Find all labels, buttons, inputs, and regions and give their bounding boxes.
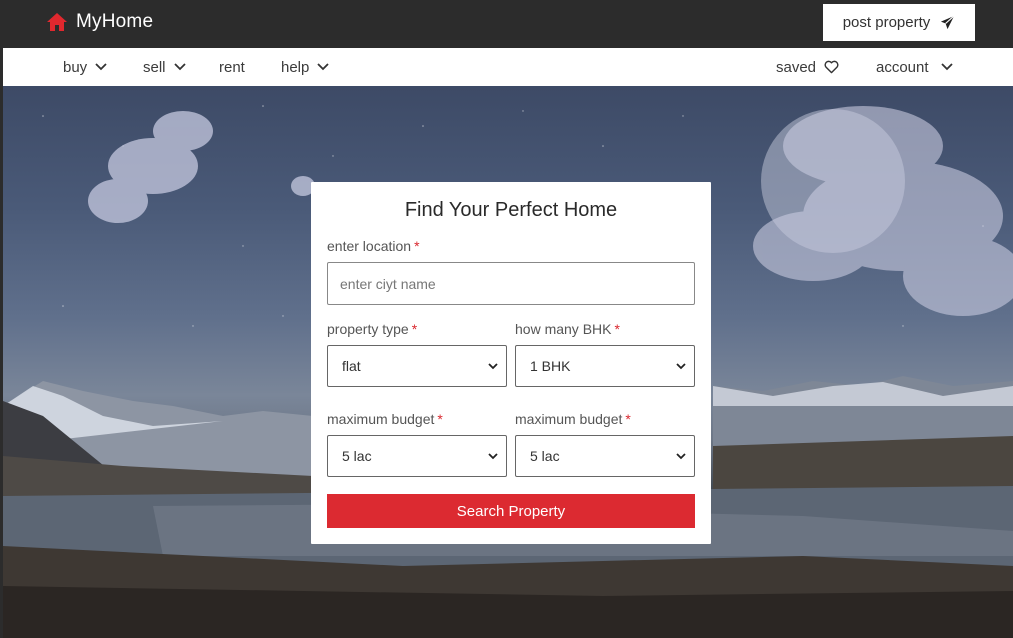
budget-value-2: 5 lac [530,448,560,464]
required-marker: * [625,411,631,427]
location-label-text: enter location [327,238,412,254]
nav-rent-label: rent [219,58,245,76]
bhk-label-text: how many BHK [515,321,612,337]
nav-account-label: account [876,58,929,76]
house-icon [47,13,67,31]
nav-help-label: help [281,58,310,76]
required-marker: * [414,238,420,254]
brand-logo[interactable]: MyHome [46,11,153,33]
heart-icon [824,60,839,74]
location-input[interactable] [327,262,695,305]
nav-item-account[interactable]: account [876,48,953,86]
required-marker: * [411,321,418,337]
chevron-down-icon [317,63,329,71]
chevron-down-icon [488,362,498,369]
bhk-label: how many BHK * [515,321,620,337]
required-marker: * [614,321,620,337]
chevron-down-icon [95,63,107,71]
nav-buy-label: buy [63,58,88,76]
location-label: enter location * [327,238,420,254]
budget-label-2-text: maximum budget [515,411,623,427]
post-property-label: post property [842,14,931,31]
nav-item-help[interactable]: help [281,48,329,86]
budget-select-1[interactable]: 5 lac [327,435,507,477]
nav-sell-label: sell [143,58,166,76]
nav-item-rent[interactable]: rent [219,48,245,86]
nav-item-saved[interactable]: saved [776,48,839,86]
chevron-down-icon [676,362,686,369]
property-type-value: flat [342,358,361,374]
nav-saved-label: saved [776,58,817,76]
property-type-select[interactable]: flat [327,345,507,387]
search-card-title: Find Your Perfect Home [404,199,618,221]
nav-bar: buy sell rent help saved account [3,48,1013,86]
top-bar: MyHome post property [0,0,1013,48]
bhk-select[interactable]: 1 BHK [515,345,695,387]
chevron-down-icon [676,452,686,459]
property-type-label-text: property type [327,321,409,337]
paper-plane-icon [941,15,955,30]
chevron-down-icon [940,63,953,71]
chevron-down-icon [488,452,498,459]
post-property-button[interactable]: post property [823,4,975,41]
bhk-value: 1 BHK [530,358,571,374]
search-card: Find Your Perfect Home enter location* p… [311,182,711,544]
brand-name: MyHome [76,11,154,32]
search-property-button[interactable]: Search Property [327,494,695,528]
nav-item-sell[interactable]: sell [143,48,186,86]
required-marker: * [437,411,443,427]
budget-select-2[interactable]: 5 lac [515,435,695,477]
chevron-down-icon [173,63,186,71]
nav-item-buy[interactable]: buy [63,48,107,86]
budget-label-1: maximum budget * [327,411,443,427]
budget-value-1: 5 lac [342,448,372,464]
budget-label-2: maximum budget * [515,411,631,427]
budget-label-1-text: maximum budget [327,411,435,427]
property-type-label: property type * [327,321,417,337]
